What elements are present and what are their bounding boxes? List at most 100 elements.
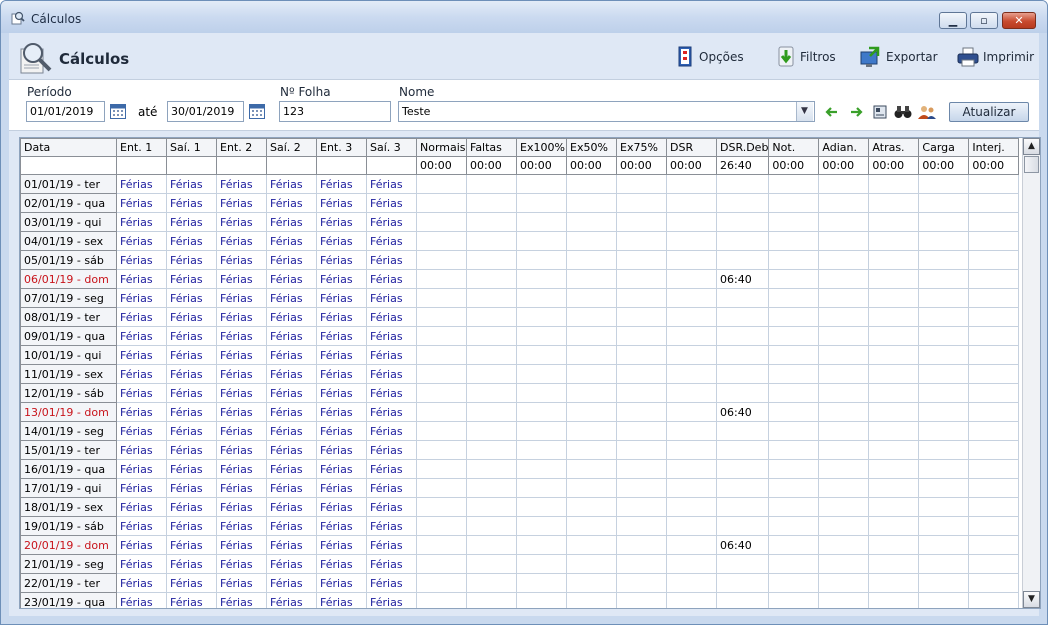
punch-cell[interactable]: Férias [366,288,417,308]
punch-cell[interactable]: Férias [116,516,167,536]
value-cell[interactable] [466,554,517,574]
punch-cell[interactable]: Férias [216,174,267,194]
value-cell[interactable] [616,402,667,422]
value-cell[interactable] [868,535,920,555]
export-button[interactable]: Exportar [859,46,941,68]
column-header-sa-2[interactable]: Saí. 2 [266,138,317,157]
arrow-left-icon[interactable] [825,105,839,119]
punch-cell[interactable]: Férias [266,535,317,555]
date-cell[interactable]: 19/01/19 - sáb [20,516,117,536]
value-cell[interactable] [616,535,667,555]
value-cell[interactable] [516,364,567,384]
punch-cell[interactable]: Férias [216,554,267,574]
value-cell[interactable] [516,288,567,308]
value-cell[interactable] [768,478,820,498]
value-cell[interactable] [566,174,617,194]
value-cell[interactable] [968,554,1020,574]
value-cell[interactable] [818,592,870,608]
title-bar[interactable]: Cálculos ▁ ▫ ✕ [1,1,1047,33]
punch-cell[interactable]: Férias [216,288,267,308]
punch-cell[interactable]: Férias [266,516,317,536]
punch-cell[interactable]: Férias [366,592,417,608]
punch-cell[interactable]: Férias [266,421,317,441]
value-cell[interactable] [416,288,467,308]
value-cell[interactable] [968,212,1020,232]
value-cell[interactable] [918,516,970,536]
punch-cell[interactable]: Férias [116,193,167,213]
punch-cell[interactable]: Férias [366,478,417,498]
value-cell[interactable] [566,307,617,327]
value-cell[interactable] [918,326,970,346]
punch-cell[interactable]: Férias [216,573,267,593]
value-cell[interactable] [868,592,920,608]
punch-cell[interactable]: Férias [316,402,367,422]
value-cell[interactable] [715,383,770,403]
value-cell[interactable] [416,459,467,479]
punch-cell[interactable]: Férias [316,535,367,555]
punch-cell[interactable]: Férias [116,250,167,270]
punch-cell[interactable]: Férias [366,383,417,403]
value-cell[interactable] [818,269,870,289]
value-cell[interactable] [566,592,617,608]
value-cell[interactable] [768,459,820,479]
value-cell[interactable] [666,497,717,517]
value-cell[interactable] [416,326,467,346]
punch-cell[interactable]: Férias [366,326,417,346]
value-cell[interactable]: 06:40 [715,535,770,555]
sheet-number-input[interactable]: 123 [279,101,391,122]
punch-cell[interactable]: Férias [266,573,317,593]
punch-cell[interactable]: Férias [316,573,367,593]
value-cell[interactable] [466,573,517,593]
value-cell[interactable] [715,326,770,346]
value-cell[interactable] [868,383,920,403]
value-cell[interactable] [768,364,820,384]
value-cell[interactable] [818,573,870,593]
value-cell[interactable] [918,269,970,289]
punch-cell[interactable]: Férias [366,554,417,574]
scroll-down-button[interactable]: ▼ [1023,591,1040,608]
value-cell[interactable] [968,231,1020,251]
table-row[interactable]: 20/01/19 - dom Férias Férias Férias Férias Fé… [20,535,1020,555]
value-cell[interactable] [516,554,567,574]
value-cell[interactable] [616,193,667,213]
value-cell[interactable] [416,269,467,289]
value-cell[interactable] [818,364,870,384]
value-cell[interactable] [466,193,517,213]
value-cell[interactable] [616,307,667,327]
table-row[interactable]: 13/01/19 - dom Férias Férias Férias Férias Fé… [20,402,1020,422]
value-cell[interactable] [968,535,1020,555]
value-cell[interactable] [715,554,770,574]
table-row[interactable]: 06/01/19 - dom Férias Férias Férias Férias Fé… [20,269,1020,289]
punch-cell[interactable]: Férias [166,440,217,460]
value-cell[interactable] [566,193,617,213]
value-cell[interactable] [968,174,1020,194]
column-header-ex50[interactable]: Ex50% [566,138,617,157]
calendar-icon[interactable] [249,103,265,119]
value-cell[interactable] [768,250,820,270]
value-cell[interactable] [768,440,820,460]
value-cell[interactable] [616,269,667,289]
column-header-adian[interactable]: Adian. [818,138,870,157]
minimize-button[interactable]: ▁ [939,12,967,29]
value-cell[interactable] [666,478,717,498]
value-cell[interactable] [416,250,467,270]
punch-cell[interactable]: Férias [266,193,317,213]
punch-cell[interactable]: Férias [216,440,267,460]
value-cell[interactable] [466,592,517,608]
record-card-icon[interactable] [873,105,887,119]
value-cell[interactable] [416,497,467,517]
value-cell[interactable] [918,440,970,460]
value-cell[interactable] [918,421,970,441]
punch-cell[interactable]: Férias [316,212,367,232]
value-cell[interactable] [616,459,667,479]
punch-cell[interactable]: Férias [166,174,217,194]
table-row[interactable]: 05/01/19 - sáb Férias Férias Férias Férias Fé… [20,250,1020,270]
punch-cell[interactable]: Férias [366,250,417,270]
value-cell[interactable]: 06:40 [715,269,770,289]
punch-cell[interactable]: Férias [316,478,367,498]
value-cell[interactable] [918,193,970,213]
value-cell[interactable] [818,554,870,574]
value-cell[interactable] [918,364,970,384]
value-cell[interactable] [466,269,517,289]
punch-cell[interactable]: Férias [266,402,317,422]
